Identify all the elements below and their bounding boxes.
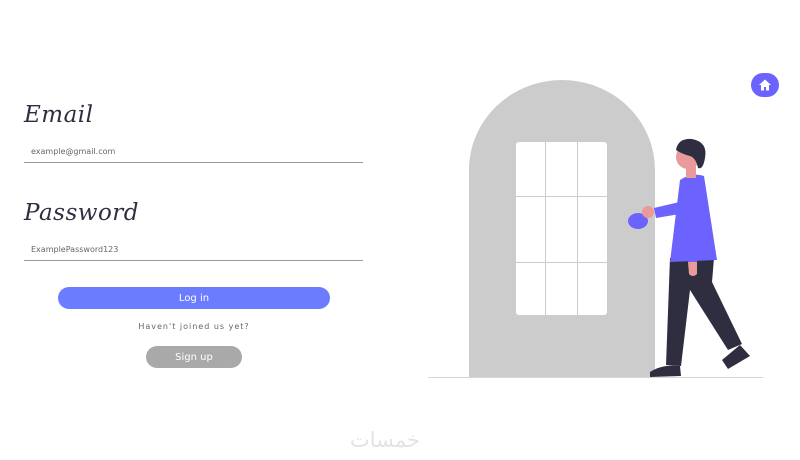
door-window [516, 142, 607, 315]
watermark: خمسات [350, 428, 421, 452]
person-figure [642, 138, 750, 377]
door-illustration [428, 80, 763, 378]
